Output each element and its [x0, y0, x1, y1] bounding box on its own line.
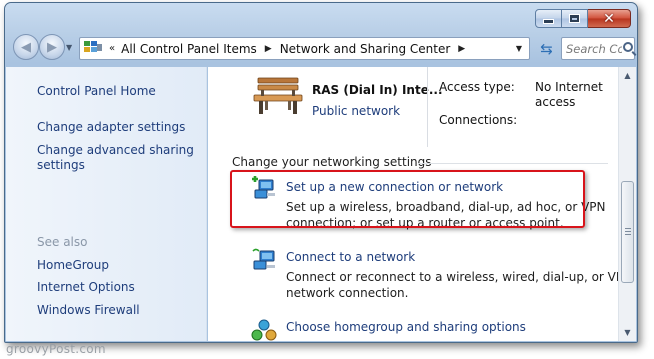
access-type-value: No Internet access	[535, 80, 603, 109]
back-arrow-icon: ◀	[21, 39, 31, 55]
highlight-box	[230, 170, 585, 228]
change-advanced-sharing-settings-link[interactable]: Change advanced sharing settings	[37, 143, 197, 173]
search-icon[interactable]	[623, 42, 633, 52]
search-box[interactable]: Search Con...	[561, 37, 635, 60]
scroll-thumb[interactable]	[621, 181, 634, 283]
close-button[interactable]: ✕	[588, 9, 631, 28]
network-name: RAS (Dial In) Inte...	[312, 83, 443, 97]
section-title: Change your networking settings	[232, 155, 432, 169]
navigation-bar: ◀ ▶ ▼ « All Control Panel Items ▶ Networ…	[9, 33, 635, 63]
watermark: groovyPost.com	[6, 342, 106, 356]
internet-options-link[interactable]: Internet Options	[37, 280, 135, 295]
minimize-button[interactable]	[535, 9, 562, 28]
search-input[interactable]: Search Con...	[566, 42, 622, 56]
vertical-scrollbar[interactable]: ▲ ▼	[618, 67, 636, 341]
control-panel-icon	[84, 40, 104, 57]
address-overflow-chevron[interactable]: «	[109, 43, 115, 54]
choose-homegroup-link[interactable]: Choose homegroup and sharing options	[286, 320, 526, 334]
refresh-button[interactable]: ⇆	[535, 37, 558, 60]
connect-to-network-desc-line1: Connect or reconnect to a wireless, wire…	[286, 270, 618, 284]
control-panel-home-link[interactable]: Control Panel Home	[37, 84, 156, 99]
network-type-link[interactable]: Public network	[312, 104, 400, 118]
see-also-heading: See also	[37, 235, 88, 249]
forward-arrow-icon: ▶	[47, 39, 57, 55]
connections-label: Connections:	[439, 113, 518, 127]
breadcrumb-arrow-icon[interactable]: ▶	[265, 44, 272, 54]
divider	[427, 67, 428, 147]
back-button[interactable]: ◀	[13, 34, 39, 60]
homegroup-icon	[251, 319, 277, 341]
maximize-button[interactable]	[562, 9, 588, 28]
task-pane: Control Panel Home Change adapter settin…	[6, 67, 207, 341]
change-adapter-settings-link[interactable]: Change adapter settings	[37, 120, 185, 135]
caption-buttons: ✕	[535, 9, 631, 28]
maximize-icon	[569, 14, 580, 23]
access-type-label: Access type:	[439, 80, 515, 94]
connect-to-network-desc-line2: network connection.	[286, 286, 409, 300]
breadcrumb-network-and-sharing-center[interactable]: Network and Sharing Center	[280, 42, 451, 56]
scroll-up-arrow-icon[interactable]: ▲	[619, 67, 636, 84]
homegroup-link[interactable]: HomeGroup	[37, 258, 109, 273]
section-divider	[418, 163, 608, 164]
forward-button[interactable]: ▶	[39, 34, 65, 60]
breadcrumb-arrow-icon[interactable]: ▶	[458, 44, 465, 54]
public-network-bench-icon	[253, 77, 303, 114]
windows-firewall-link[interactable]: Windows Firewall	[37, 303, 140, 318]
connect-to-network-link[interactable]: Connect to a network	[286, 250, 415, 264]
address-dropdown-icon[interactable]: ▼	[516, 44, 522, 53]
address-bar[interactable]: « All Control Panel Items ▶ Network and …	[79, 37, 530, 60]
close-icon: ✕	[603, 10, 615, 27]
scroll-down-arrow-icon[interactable]: ▼	[619, 324, 636, 341]
breadcrumb-all-control-panel-items[interactable]: All Control Panel Items	[121, 42, 257, 56]
recent-pages-dropdown[interactable]: ▼	[66, 43, 72, 52]
minimize-icon	[543, 19, 554, 24]
connect-to-network-icon	[252, 248, 275, 270]
refresh-icon: ⇆	[540, 39, 553, 58]
